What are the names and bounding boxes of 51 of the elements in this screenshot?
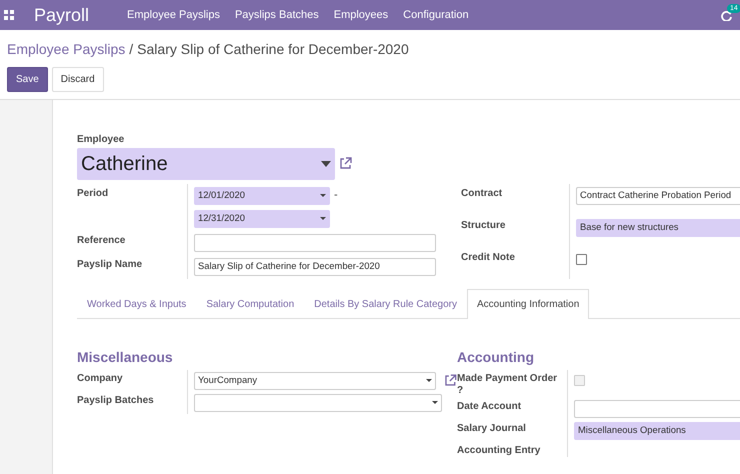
dropdown-field[interactable]: YourCompany (194, 372, 436, 390)
caret-icon (321, 160, 331, 166)
input-field[interactable]: 12/01/2020 (194, 186, 330, 204)
section-heading: Accounting (457, 348, 535, 367)
tab[interactable]: Details By Salary Rule Category (304, 288, 467, 318)
caret-icon (320, 194, 326, 197)
tab[interactable]: Worked Days & Inputs (77, 288, 196, 318)
field-label: Credit Note (461, 252, 516, 264)
range-separator: - (334, 188, 338, 204)
menu-item[interactable]: Employees (334, 6, 388, 24)
field-label: Payslip Name (77, 258, 144, 271)
caret-icon (432, 401, 438, 404)
field-label: Made Payment Order ? (457, 372, 558, 398)
breadcrumb-separator: / (129, 40, 134, 59)
field-label: Payslip Batches (77, 394, 155, 407)
app-title: Payroll (34, 4, 90, 27)
input-field[interactable] (194, 234, 436, 252)
tab[interactable]: Accounting Information (466, 288, 590, 318)
page-title: Salary Slip of Catherine for December-2020 (137, 40, 409, 59)
breadcrumb-link[interactable]: Employee Payslips (7, 39, 126, 60)
input-field[interactable]: Salary Slip of Catherine for December-2020 (194, 258, 436, 276)
field-label: Reference (77, 234, 126, 247)
employee-field[interactable]: Catherine (77, 148, 335, 180)
external-link-icon[interactable] (444, 374, 457, 387)
field-label: Date Account (457, 400, 522, 413)
caret-icon (426, 379, 432, 382)
field-label: Salary Journal (457, 422, 527, 435)
input-field[interactable]: Miscellaneous Operations (574, 422, 740, 440)
field-label: Company (77, 372, 124, 385)
menu-item[interactable]: Payslips Batches (234, 6, 319, 24)
input-field[interactable] (574, 400, 740, 418)
refresh-icon[interactable] (721, 10, 732, 20)
menu-item[interactable]: Employee Payslips (127, 6, 220, 24)
menu-item[interactable]: Configuration (403, 6, 469, 24)
external-link-icon[interactable] (339, 157, 352, 170)
checkbox[interactable] (576, 254, 587, 264)
input-field[interactable]: Contract Catherine Probation Period (576, 186, 740, 204)
input-field[interactable]: 12/31/2020 (194, 210, 330, 228)
apps-menu-icon[interactable] (4, 10, 14, 20)
field-label: Accounting Entry (457, 444, 542, 457)
caret-icon (320, 217, 326, 220)
section-heading: Miscellaneous (77, 348, 174, 366)
discard-button[interactable]: Discard (52, 67, 104, 92)
field-label: Period (77, 188, 110, 200)
field-label: Structure (461, 220, 506, 232)
input-field[interactable]: Base for new structures (576, 218, 740, 236)
tab[interactable]: Salary Computation (196, 288, 304, 318)
save-button[interactable]: Save (7, 67, 48, 92)
dropdown-field[interactable] (194, 394, 442, 412)
field-label: Contract (461, 188, 504, 200)
field-label: Employee (77, 134, 126, 146)
